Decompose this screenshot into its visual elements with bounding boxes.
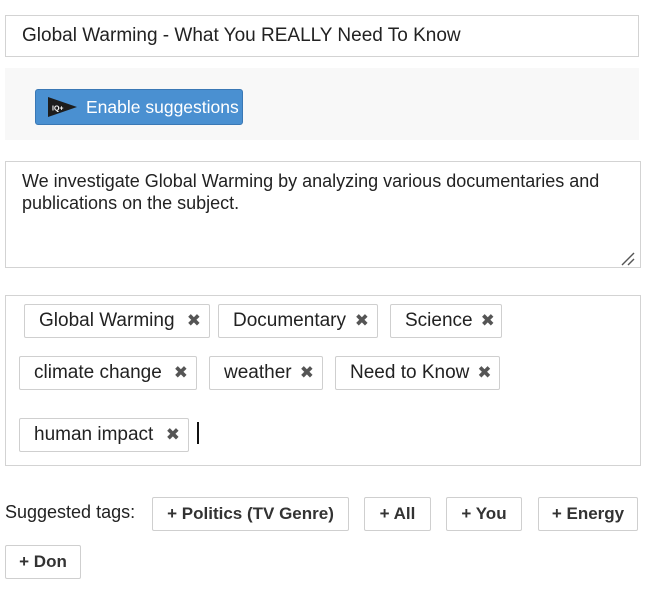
tag-label: weather bbox=[224, 362, 292, 383]
remove-tag-icon[interactable]: ✖ bbox=[187, 311, 201, 331]
remove-tag-icon[interactable]: ✖ bbox=[355, 311, 369, 331]
remove-tag-icon[interactable]: ✖ bbox=[477, 363, 491, 383]
tag-label: Global Warming bbox=[39, 310, 175, 331]
tag-chip: climate change ✖ bbox=[19, 356, 197, 390]
suggestions-bar: IQ+ Enable suggestions bbox=[5, 68, 639, 140]
suggested-tag-button[interactable]: + Don bbox=[5, 545, 81, 579]
tag-chip: Global Warming ✖ bbox=[24, 304, 210, 338]
tag-label: Documentary bbox=[233, 310, 346, 331]
text-cursor bbox=[197, 422, 199, 444]
remove-tag-icon[interactable]: ✖ bbox=[481, 311, 495, 331]
enable-suggestions-label: Enable suggestions bbox=[86, 96, 239, 117]
remove-tag-icon[interactable]: ✖ bbox=[174, 363, 188, 383]
tag-chip: Science ✖ bbox=[390, 304, 502, 338]
tag-chip: weather ✖ bbox=[209, 356, 323, 390]
enable-suggestions-button[interactable]: IQ+ Enable suggestions bbox=[35, 89, 243, 125]
video-title-input[interactable] bbox=[5, 15, 639, 57]
iq-play-icon: IQ+ bbox=[48, 97, 77, 117]
remove-tag-icon[interactable]: ✖ bbox=[166, 425, 180, 445]
tags-input-box[interactable]: Global Warming ✖ Documentary ✖ Science ✖… bbox=[5, 295, 641, 466]
description-textarea[interactable]: We investigate Global Warming by analyzi… bbox=[5, 161, 641, 268]
resize-handle-icon[interactable] bbox=[620, 252, 636, 266]
tag-chip: Need to Know ✖ bbox=[335, 356, 500, 390]
suggested-tag-button[interactable]: + All bbox=[364, 497, 431, 531]
tag-label: climate change bbox=[34, 362, 162, 383]
iq-icon-text: IQ+ bbox=[52, 106, 63, 113]
suggested-tags-label: Suggested tags: bbox=[5, 502, 136, 522]
suggested-tag-button[interactable]: + Energy bbox=[538, 497, 638, 531]
suggested-tag-button[interactable]: + You bbox=[446, 497, 522, 531]
tag-label: human impact bbox=[34, 424, 154, 445]
tag-label: Need to Know bbox=[350, 362, 470, 383]
tag-chip: Documentary ✖ bbox=[218, 304, 378, 338]
tag-label: Science bbox=[405, 310, 473, 331]
tag-chip: human impact ✖ bbox=[19, 418, 189, 452]
remove-tag-icon[interactable]: ✖ bbox=[300, 363, 314, 383]
suggested-tag-button[interactable]: + Politics (TV Genre) bbox=[152, 497, 349, 531]
